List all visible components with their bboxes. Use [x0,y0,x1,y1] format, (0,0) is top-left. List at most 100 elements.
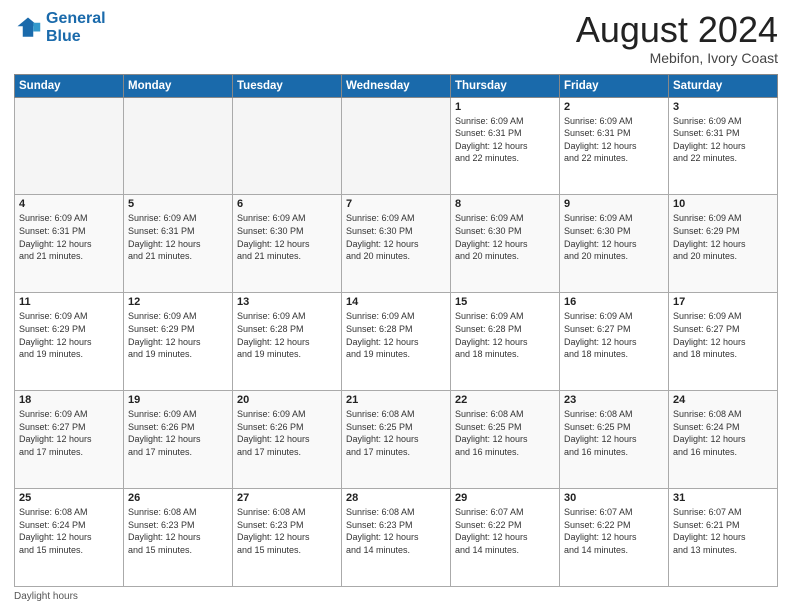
calendar-cell: 11Sunrise: 6:09 AM Sunset: 6:29 PM Dayli… [15,293,124,391]
weekday-header-sunday: Sunday [15,74,124,97]
calendar-cell [124,97,233,195]
day-info: Sunrise: 6:09 AM Sunset: 6:29 PM Dayligh… [673,212,773,262]
calendar-cell: 24 Sunrise: 6:08 AM Sunset: 6:24 PM Dayli… [669,391,778,489]
weekday-header-friday: Friday [560,74,669,97]
day-info: Sunrise: 6:09 AM Sunset: 6:26 PM Dayligh… [128,408,228,458]
calendar-cell: 9 Sunrise: 6:09 AM Sunset: 6:30 PM Daylig… [560,195,669,293]
day-info: Sunrise: 6:09 AM Sunset: 6:28 PM Dayligh… [455,310,555,360]
calendar-cell: 12 Sunrise: 6:09 AM Sunset: 6:29 PM Dayli… [124,293,233,391]
day-number: 23 [564,394,664,406]
logo-text: General Blue [46,10,106,45]
calendar-cell: 2Sunrise: 6:09 AM Sunset: 6:31 PM Daylig… [560,97,669,195]
calendar-cell: 17 Sunrise: 6:09 AM Sunset: 6:27 PM Dayli… [669,293,778,391]
calendar-cell: 22Sunrise: 6:08 AM Sunset: 6:25 PM Dayli… [451,391,560,489]
day-number: 19 [128,394,228,406]
week-row-3: 11Sunrise: 6:09 AM Sunset: 6:29 PM Dayli… [15,293,778,391]
weekday-header-wednesday: Wednesday [342,74,451,97]
day-number: 3 [673,101,773,113]
calendar-cell: 16 Sunrise: 6:09 AM Sunset: 6:27 PM Dayli… [560,293,669,391]
day-info: Sunrise: 6:08 AM Sunset: 6:25 PM Dayligh… [564,408,664,458]
day-number: 6 [237,198,337,210]
day-number: 7 [346,198,446,210]
day-number: 18 [19,394,119,406]
weekday-header-saturday: Saturday [669,74,778,97]
header: General Blue August 2024 Mebifon, Ivory … [14,10,778,66]
day-info: Sunrise: 6:08 AM Sunset: 6:24 PM Dayligh… [19,506,119,556]
calendar-cell: 18 Sunrise: 6:09 AM Sunset: 6:27 PM Dayli… [15,391,124,489]
calendar-cell: 30 Sunrise: 6:07 AM Sunset: 6:22 PM Dayli… [560,489,669,587]
day-number: 2 [564,101,664,113]
day-number: 15 [455,296,555,308]
calendar-cell: 8 Sunrise: 6:09 AM Sunset: 6:30 PM Daylig… [451,195,560,293]
day-number: 28 [346,492,446,504]
weekday-header-monday: Monday [124,74,233,97]
calendar-cell: 28 Sunrise: 6:08 AM Sunset: 6:23 PM Dayli… [342,489,451,587]
calendar-cell: 31 Sunrise: 6:07 AM Sunset: 6:21 PM Dayli… [669,489,778,587]
day-number: 13 [237,296,337,308]
month-title: August 2024 [576,10,778,50]
day-info: Sunrise: 6:09 AM Sunset: 6:30 PM Dayligh… [564,212,664,262]
calendar-cell: 19 Sunrise: 6:09 AM Sunset: 6:26 PM Dayli… [124,391,233,489]
week-row-4: 18 Sunrise: 6:09 AM Sunset: 6:27 PM Dayli… [15,391,778,489]
day-info: Sunrise: 6:07 AM Sunset: 6:22 PM Dayligh… [564,506,664,556]
title-area: August 2024 Mebifon, Ivory Coast [576,10,778,66]
weekday-header-thursday: Thursday [451,74,560,97]
daylight-label: Daylight hours [14,591,78,602]
day-info: Sunrise: 6:07 AM Sunset: 6:21 PM Dayligh… [673,506,773,556]
day-info: Sunrise: 6:09 AM Sunset: 6:29 PM Dayligh… [128,310,228,360]
calendar-cell: 29 Sunrise: 6:07 AM Sunset: 6:22 PM Dayli… [451,489,560,587]
day-info: Sunrise: 6:09 AM Sunset: 6:30 PM Dayligh… [237,212,337,262]
day-info: Sunrise: 6:08 AM Sunset: 6:24 PM Dayligh… [673,408,773,458]
day-number: 31 [673,492,773,504]
calendar-cell: 3 Sunrise: 6:09 AM Sunset: 6:31 PM Daylig… [669,97,778,195]
day-info: Sunrise: 6:08 AM Sunset: 6:25 PM Dayligh… [455,408,555,458]
day-number: 30 [564,492,664,504]
weekday-header-row: SundayMondayTuesdayWednesdayThursdayFrid… [15,74,778,97]
day-info: Sunrise: 6:09 AM Sunset: 6:27 PM Dayligh… [673,310,773,360]
day-number: 1 [455,101,555,113]
calendar-cell: 21Sunrise: 6:08 AM Sunset: 6:25 PM Dayli… [342,391,451,489]
logo: General Blue [14,10,106,45]
calendar-cell: 1 Sunrise: 6:09 AM Sunset: 6:31 PM Daylig… [451,97,560,195]
day-info: Sunrise: 6:09 AM Sunset: 6:27 PM Dayligh… [19,408,119,458]
day-info: Sunrise: 6:09 AM Sunset: 6:27 PM Dayligh… [564,310,664,360]
calendar-cell: 20Sunrise: 6:09 AM Sunset: 6:26 PM Dayli… [233,391,342,489]
calendar-cell [233,97,342,195]
day-info: Sunrise: 6:09 AM Sunset: 6:26 PM Dayligh… [237,408,337,458]
day-info: Sunrise: 6:08 AM Sunset: 6:25 PM Dayligh… [346,408,446,458]
day-number: 9 [564,198,664,210]
day-number: 24 [673,394,773,406]
day-number: 29 [455,492,555,504]
day-number: 17 [673,296,773,308]
day-info: Sunrise: 6:09 AM Sunset: 6:31 PM Dayligh… [19,212,119,262]
day-info: Sunrise: 6:08 AM Sunset: 6:23 PM Dayligh… [128,506,228,556]
page: General Blue August 2024 Mebifon, Ivory … [0,0,792,612]
day-info: Sunrise: 6:08 AM Sunset: 6:23 PM Dayligh… [346,506,446,556]
day-info: Sunrise: 6:09 AM Sunset: 6:31 PM Dayligh… [673,115,773,165]
calendar-cell: 5Sunrise: 6:09 AM Sunset: 6:31 PM Daylig… [124,195,233,293]
day-info: Sunrise: 6:09 AM Sunset: 6:30 PM Dayligh… [455,212,555,262]
day-info: Sunrise: 6:08 AM Sunset: 6:23 PM Dayligh… [237,506,337,556]
calendar-cell: 23 Sunrise: 6:08 AM Sunset: 6:25 PM Dayli… [560,391,669,489]
day-info: Sunrise: 6:07 AM Sunset: 6:22 PM Dayligh… [455,506,555,556]
week-row-2: 4 Sunrise: 6:09 AM Sunset: 6:31 PM Daylig… [15,195,778,293]
day-info: Sunrise: 6:09 AM Sunset: 6:31 PM Dayligh… [455,115,555,165]
calendar-cell: 14Sunrise: 6:09 AM Sunset: 6:28 PM Dayli… [342,293,451,391]
location: Mebifon, Ivory Coast [576,50,778,66]
calendar-table: SundayMondayTuesdayWednesdayThursdayFrid… [14,74,778,587]
day-number: 10 [673,198,773,210]
calendar-cell [15,97,124,195]
weekday-header-tuesday: Tuesday [233,74,342,97]
day-number: 14 [346,296,446,308]
day-info: Sunrise: 6:09 AM Sunset: 6:30 PM Dayligh… [346,212,446,262]
day-info: Sunrise: 6:09 AM Sunset: 6:31 PM Dayligh… [128,212,228,262]
day-number: 16 [564,296,664,308]
day-number: 8 [455,198,555,210]
day-number: 26 [128,492,228,504]
day-number: 4 [19,198,119,210]
footer: Daylight hours [14,591,778,602]
calendar-cell: 7 Sunrise: 6:09 AM Sunset: 6:30 PM Daylig… [342,195,451,293]
calendar-cell: 6 Sunrise: 6:09 AM Sunset: 6:30 PM Daylig… [233,195,342,293]
week-row-1: 1 Sunrise: 6:09 AM Sunset: 6:31 PM Daylig… [15,97,778,195]
day-number: 12 [128,296,228,308]
